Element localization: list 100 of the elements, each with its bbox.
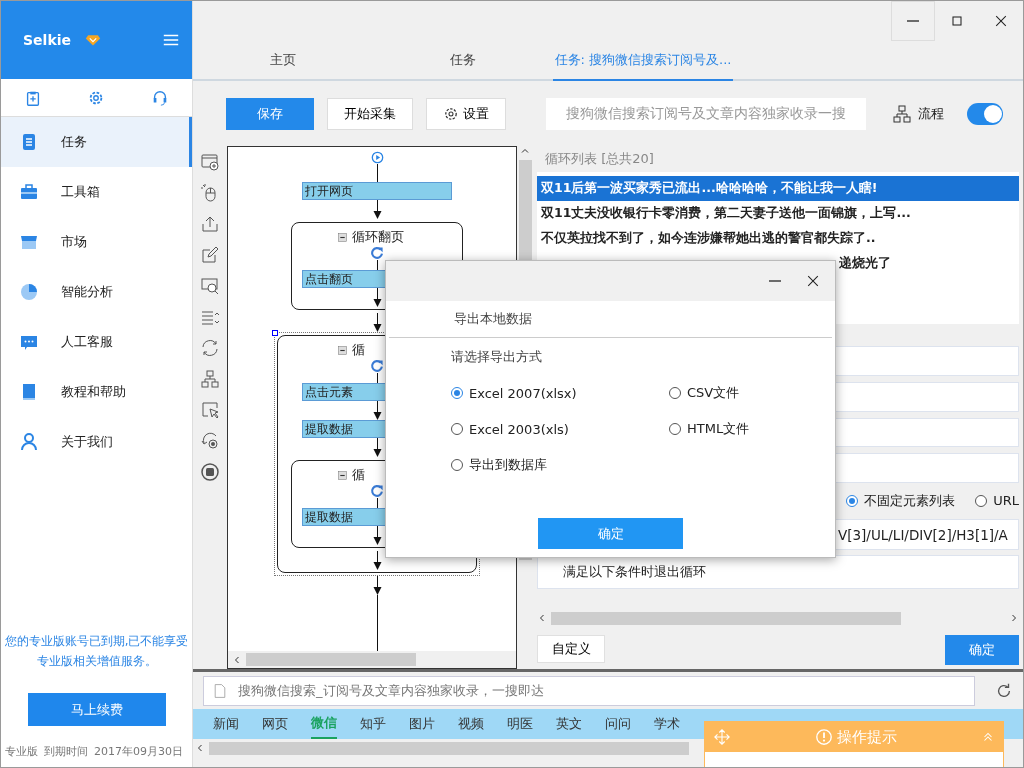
- resize-handle[interactable]: [272, 330, 278, 336]
- page-icon: [212, 682, 228, 699]
- upload-icon[interactable]: [200, 214, 220, 234]
- start-button[interactable]: 开始采集: [326, 97, 413, 130]
- sidebar-label: 市场: [61, 233, 87, 251]
- radio-option[interactable]: Excel 2003(xls): [451, 420, 669, 438]
- flow-toggle[interactable]: [966, 102, 1003, 125]
- sidebar-label: 教程和帮助: [61, 383, 126, 401]
- scroll-left-icon[interactable]: [195, 743, 205, 753]
- start-icon: [370, 151, 384, 164]
- scrollbar-thumb[interactable]: [551, 611, 901, 625]
- arrow: [372, 200, 382, 219]
- sidebar-item[interactable]: 人工客服: [1, 317, 192, 367]
- radio-label: CSV文件: [687, 384, 740, 402]
- loop-icon: [370, 246, 384, 260]
- diamond-icon: [85, 32, 101, 48]
- save-button[interactable]: 保存: [226, 97, 314, 130]
- scroll-right-icon[interactable]: [1009, 613, 1019, 624]
- sidebar-item[interactable]: 工具箱: [1, 167, 192, 217]
- window-plus-icon[interactable]: [200, 152, 220, 172]
- edit-icon[interactable]: [200, 245, 220, 265]
- renew-button[interactable]: 马上续费: [27, 693, 166, 726]
- radio-option[interactable]: URL: [975, 493, 1019, 509]
- radio-label: Excel 2007(xlsx): [469, 385, 577, 401]
- radio-label: URL: [993, 493, 1019, 509]
- action-node: 打开网页: [302, 182, 452, 200]
- scroll-up-icon[interactable]: [520, 146, 530, 156]
- nav-link[interactable]: 明医: [507, 709, 533, 739]
- confirm-button[interactable]: 确定: [945, 635, 1019, 665]
- collapse-icon[interactable]: [337, 231, 348, 243]
- nav-link[interactable]: 图片: [409, 709, 435, 739]
- radio-button[interactable]: [975, 494, 988, 507]
- sidebar-item[interactable]: 任务: [1, 117, 192, 167]
- close-icon: [993, 13, 1009, 29]
- expiry-notice: 您的专业版账号已到期,已不能享受专业版相关增值服务。: [3, 633, 190, 670]
- radio-option[interactable]: Excel 2007(xlsx): [451, 384, 669, 402]
- dialog-prompt: 请选择导出方式: [451, 348, 542, 366]
- radio-button[interactable]: [451, 387, 463, 399]
- arrow: [372, 401, 382, 420]
- collapse-icon[interactable]: [337, 469, 348, 481]
- radio-option[interactable]: CSV文件: [669, 384, 835, 402]
- radio-button[interactable]: [669, 387, 681, 399]
- info-icon: [815, 728, 833, 746]
- stop-icon[interactable]: [200, 462, 220, 482]
- radio-option[interactable]: 导出到数据库: [451, 456, 669, 474]
- sidebar-item[interactable]: 智能分析: [1, 267, 192, 317]
- rotate-icon[interactable]: [200, 431, 220, 451]
- scrollbar-thumb[interactable]: [209, 741, 689, 755]
- radio-button[interactable]: [846, 494, 859, 507]
- scroll-left-icon[interactable]: [537, 613, 547, 624]
- list-row[interactable]: 不仅英拉找不到了，如今连涉嫌帮她出逃的警官都失踪了..: [537, 225, 1019, 251]
- sidebar-item[interactable]: 市场: [1, 217, 192, 267]
- person-icon: [19, 432, 39, 452]
- sidebar-label: 工具箱: [61, 183, 100, 201]
- refresh-icon[interactable]: [200, 338, 220, 358]
- radio-option[interactable]: HTML文件: [669, 420, 835, 438]
- tab[interactable]: 主页: [193, 41, 373, 79]
- expiry-date: 2017年09月30日: [94, 744, 183, 759]
- nav-link[interactable]: 网页: [262, 709, 288, 739]
- list-row[interactable]: 双11丈夫没收银行卡零消费，第二天妻子送他一面锦旗，上写...: [537, 200, 1019, 226]
- arrow: [372, 526, 382, 545]
- tab[interactable]: 任务: [373, 41, 553, 79]
- close-icon[interactable]: [805, 273, 821, 289]
- minimize-icon: [907, 20, 919, 22]
- scrollbar-thumb[interactable]: [246, 653, 416, 666]
- sidebar-label: 智能分析: [61, 283, 113, 301]
- hierarchy-icon[interactable]: [200, 369, 220, 389]
- arrow: [372, 288, 382, 307]
- radio-button[interactable]: [669, 423, 681, 435]
- nav-link[interactable]: 知乎: [360, 709, 386, 739]
- loop-title: 循: [352, 341, 365, 359]
- settings-button[interactable]: 设置: [425, 97, 506, 130]
- hierarchy-icon: [891, 103, 912, 124]
- reload-icon[interactable]: [995, 681, 1013, 700]
- scroll-left-icon[interactable]: [232, 654, 242, 665]
- nav-link[interactable]: 学术: [654, 709, 680, 739]
- address-text: 搜狗微信搜索_订阅号及文章内容独家收录，一搜即达: [238, 681, 544, 700]
- sidebar-item[interactable]: 关于我们: [1, 417, 192, 467]
- sidebar-item[interactable]: 教程和帮助: [1, 367, 192, 417]
- collapse-icon[interactable]: [337, 344, 348, 356]
- edition-label: 专业版: [5, 744, 38, 759]
- exit-condition-field[interactable]: 满足以下条件时退出循环: [537, 555, 1019, 590]
- panel-title: 循环列表 [总共20]: [544, 149, 655, 168]
- radio-button[interactable]: [451, 423, 463, 435]
- list-row[interactable]: 双11后第一波买家秀已流出...哈哈哈哈，不能让我一人瞎!: [537, 175, 1019, 201]
- nav-link[interactable]: 视频: [458, 709, 484, 739]
- radio-button[interactable]: [451, 459, 463, 471]
- custom-button[interactable]: 自定义: [537, 635, 605, 663]
- nav-link[interactable]: 新闻: [213, 709, 239, 739]
- nav-link[interactable]: 英文: [556, 709, 582, 739]
- nav-link[interactable]: 问问: [605, 709, 631, 739]
- loop-title: 循环翻页: [352, 228, 404, 246]
- pointer-icon[interactable]: [200, 400, 220, 420]
- radio-option[interactable]: 不固定元素列表: [846, 491, 956, 510]
- app-name: Selkie: [23, 32, 71, 48]
- dialog-heading: 导出本地数据: [389, 301, 832, 338]
- radio-label: 不固定元素列表: [864, 491, 956, 510]
- loop-icon: [370, 359, 384, 373]
- address-field[interactable]: 搜狗微信搜索_订阅号及文章内容独家收录，一搜即达: [203, 675, 975, 706]
- magnify-icon[interactable]: [200, 276, 220, 296]
